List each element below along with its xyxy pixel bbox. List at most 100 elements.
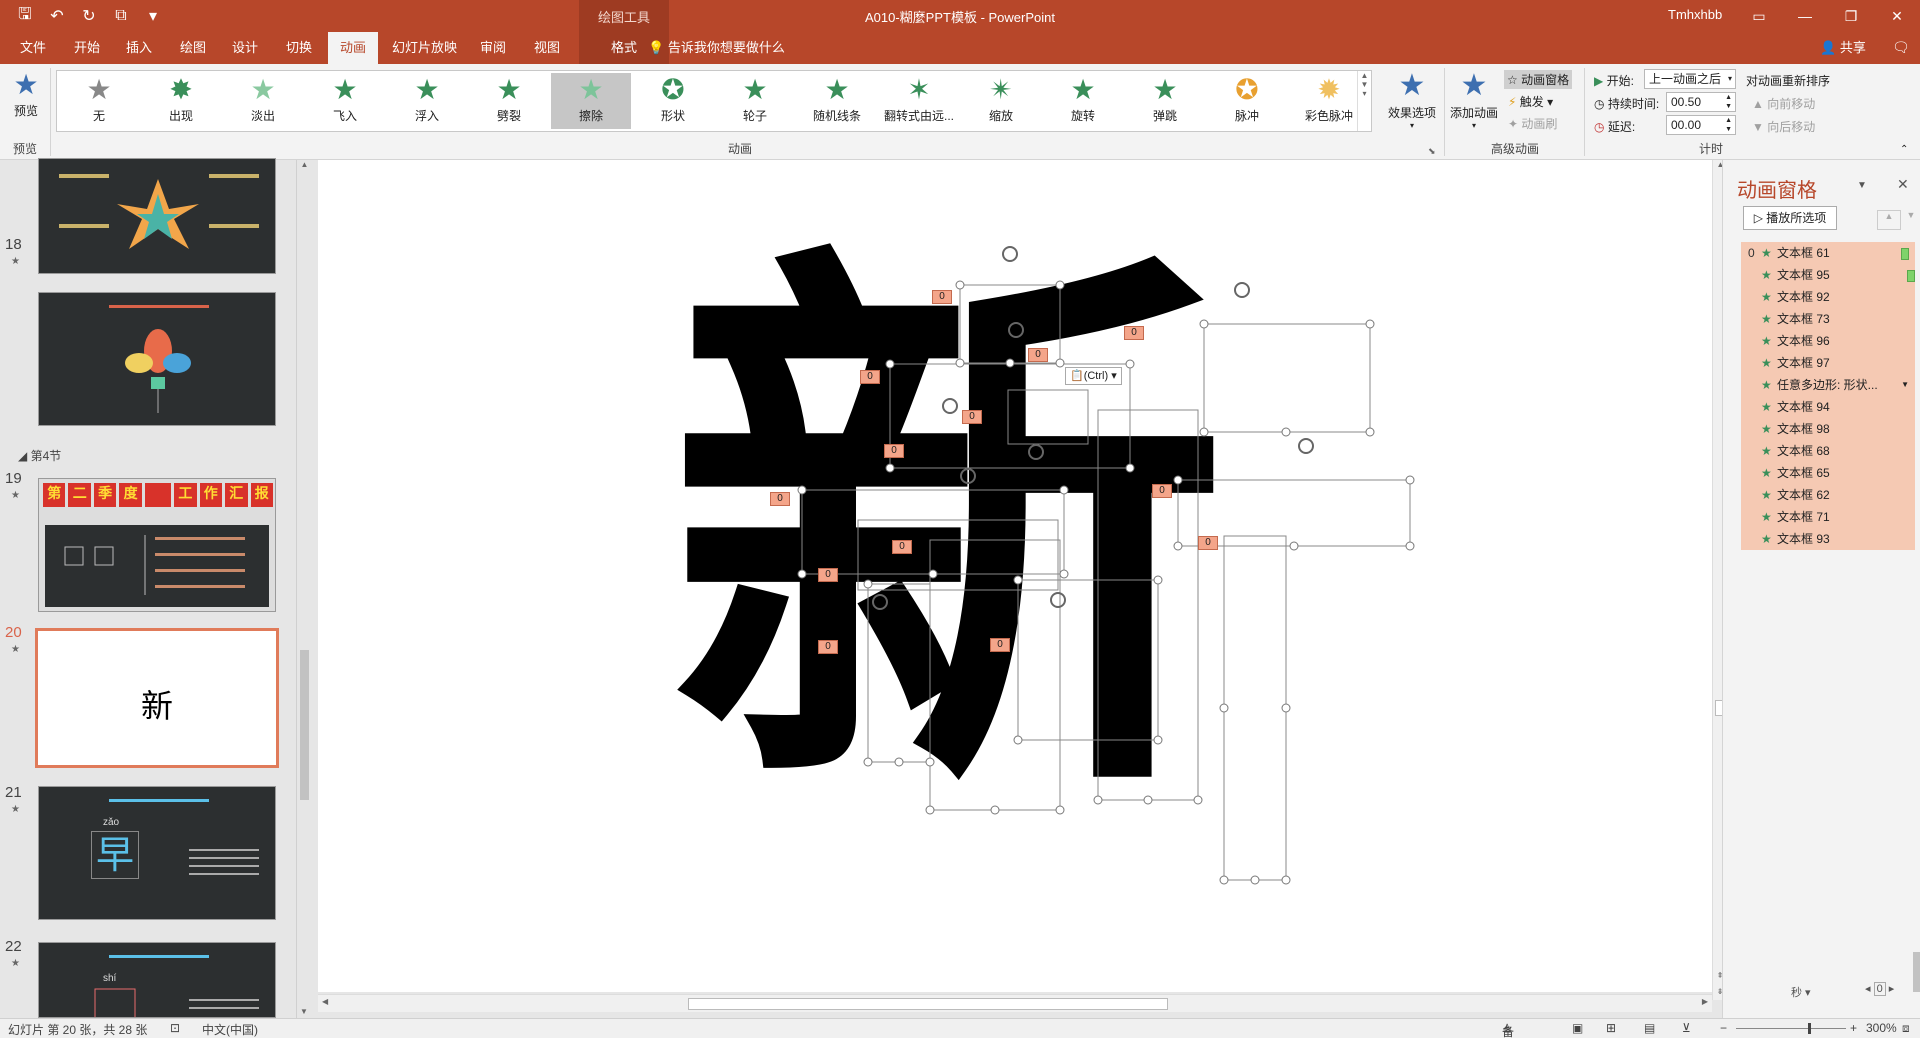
tab-transitions[interactable]: 切换 (278, 32, 320, 64)
comments-icon[interactable]: 🗨 (1892, 39, 1910, 56)
animation-item[interactable]: ★ 文本框 68 (1741, 440, 1915, 462)
effect-bounce[interactable]: ★ 弹跳 (1125, 73, 1205, 129)
zoom-slider-thumb[interactable] (1808, 1023, 1811, 1034)
effect-appear[interactable]: ✸ 出现 (141, 73, 221, 129)
redo-icon[interactable]: ↻ (78, 6, 100, 26)
animation-tag[interactable]: 0 (860, 368, 880, 384)
restore-icon[interactable]: ❐ (1828, 0, 1874, 32)
animation-tag[interactable]: 0 (818, 566, 838, 582)
slide-thumbnail-21[interactable]: zǎo 早 (38, 786, 276, 920)
gallery-more-icon[interactable]: ▾ (1358, 89, 1371, 98)
animation-item[interactable]: ★ 文本框 95 (1741, 264, 1915, 286)
effect-fade[interactable]: ★ 淡出 (223, 73, 303, 129)
spellcheck-icon[interactable]: ⊡ (170, 1021, 180, 1035)
ribbon-display-icon[interactable]: ▭ (1736, 0, 1782, 32)
section-label[interactable]: ◢ 第4节 (18, 447, 61, 464)
move-later-button[interactable]: ▼ 向后移动 (1752, 118, 1815, 135)
scroll-thumb[interactable] (688, 998, 1168, 1010)
animation-item[interactable]: ★ 文本框 93 (1741, 528, 1915, 550)
tab-home[interactable]: 开始 (66, 32, 108, 64)
effect-pulse[interactable]: ✪ 脉冲 (1207, 73, 1287, 129)
preview-button[interactable]: ★ 预览 (6, 68, 46, 119)
tell-me-box[interactable]: 💡 告诉我你想要做什么 (648, 32, 785, 64)
minimize-icon[interactable]: — (1782, 0, 1828, 32)
chevron-down-icon[interactable]: ▼ (1901, 374, 1909, 396)
customize-qat-icon[interactable]: ▾ (142, 6, 164, 26)
animation-item[interactable]: ★ 文本框 92 (1741, 286, 1915, 308)
effect-swivel[interactable]: ★ 旋转 (1043, 73, 1123, 129)
animation-item[interactable]: ★ 文本框 96 (1741, 330, 1915, 352)
zoom-out-icon[interactable]: − (1720, 1021, 1727, 1035)
effect-shape[interactable]: ✪ 形状 (633, 73, 713, 129)
tab-slideshow[interactable]: 幻灯片放映 (384, 32, 465, 64)
pane-options-icon[interactable]: ▼ (1857, 180, 1867, 191)
animation-tag[interactable]: 0 (1028, 346, 1048, 362)
effect-split[interactable]: ★ 劈裂 (469, 73, 549, 129)
tab-insert[interactable]: 插入 (118, 32, 160, 64)
spinner-icon[interactable]: ▲ ▼ (1725, 116, 1732, 134)
fit-to-window-icon[interactable]: ⧈ (1902, 1021, 1910, 1036)
animation-tag[interactable]: 0 (818, 638, 838, 654)
scroll-down-icon[interactable]: ▼ (297, 1007, 311, 1016)
undo-icon[interactable]: ↶ (46, 6, 68, 26)
animation-item[interactable]: ★ 文本框 65 (1741, 462, 1915, 484)
move-down-icon[interactable]: ▼ (1903, 210, 1919, 230)
zoom-slider-track[interactable] (1736, 1028, 1846, 1029)
timing-bar[interactable] (1901, 248, 1909, 260)
collapse-ribbon-icon[interactable]: ⌃ (1900, 144, 1908, 155)
animation-item[interactable]: ★ 文本框 62 (1741, 484, 1915, 506)
play-selected-button[interactable]: ▷ 播放所选项 (1743, 206, 1837, 230)
scroll-left-icon[interactable]: ◀ (322, 997, 328, 1006)
slide-thumbnail-18[interactable] (38, 292, 276, 426)
timing-bar[interactable] (1907, 270, 1915, 282)
tab-design[interactable]: 设计 (224, 32, 266, 64)
tab-review[interactable]: 审阅 (472, 32, 514, 64)
move-earlier-button[interactable]: ▲ 向前移动 (1752, 95, 1815, 112)
dialog-launcher-icon[interactable]: ⬊ (1428, 146, 1436, 157)
slideshow-view-icon[interactable]: ⊻ (1682, 1021, 1691, 1035)
effect-float-in[interactable]: ★ 浮入 (387, 73, 467, 129)
zoom-right-icon[interactable]: ▸ (1886, 983, 1895, 995)
timeline-zoom[interactable]: ◂ 0 ▸ (1865, 982, 1895, 996)
animation-item[interactable]: ★ 文本框 71 (1741, 506, 1915, 528)
zoom-in-icon[interactable]: + (1850, 1021, 1857, 1035)
zoom-left-icon[interactable]: ◂ (1865, 983, 1874, 995)
slide-thumbnail-22[interactable]: shí (38, 942, 276, 1018)
slide-sorter-icon[interactable]: ⊞ (1606, 1021, 1616, 1035)
effect-fly-in[interactable]: ★ 飞入 (305, 73, 385, 129)
animation-tag[interactable]: 0 (770, 490, 790, 506)
animation-item[interactable]: 0 ★ 文本框 61 (1741, 242, 1915, 264)
tab-animations[interactable]: 动画 (328, 32, 379, 64)
slides-pane-scrollbar[interactable]: ▲ ▼ (296, 160, 312, 1018)
animation-tag[interactable]: 0 (990, 636, 1010, 652)
effect-options-button[interactable]: ★ 效果选项 ▾ (1384, 68, 1440, 130)
chevron-down-icon[interactable]: ▼ (1358, 80, 1371, 89)
animation-tag[interactable]: 0 (1198, 534, 1218, 550)
animation-tag[interactable]: 0 (892, 538, 912, 554)
save-icon[interactable]: 🖫 (14, 6, 36, 26)
slide-thumbnail-19[interactable]: 第 二 季 度 工 作 汇 报 (38, 478, 276, 612)
animation-tag[interactable]: 0 (1124, 324, 1144, 340)
delay-input[interactable]: 00.00 ▲ ▼ (1666, 115, 1736, 135)
spinner-icon[interactable]: ▲ ▼ (1725, 93, 1732, 111)
slide-horizontal-scrollbar[interactable]: ◀ ▶ (318, 994, 1712, 1012)
animation-item[interactable]: ★ 文本框 94 (1741, 396, 1915, 418)
tab-file[interactable]: 文件 (12, 32, 54, 64)
close-icon[interactable]: ✕ (1874, 0, 1920, 32)
slide-thumbnail-17[interactable] (38, 158, 276, 274)
normal-view-icon[interactable]: ▣ (1572, 1021, 1583, 1035)
animation-item[interactable]: ★ 任意多边形: 形状... ▼ (1741, 374, 1915, 396)
slide-thumbnail-20[interactable]: 新 (35, 628, 279, 768)
slide-counter[interactable]: 幻灯片 第 20 张，共 28 张 (8, 1021, 147, 1038)
trigger-button[interactable]: ⚡ 触发 ▾ (1508, 93, 1553, 110)
duration-input[interactable]: 00.50 ▲ ▼ (1666, 92, 1736, 112)
effect-none[interactable]: ★ 无 (59, 73, 139, 129)
effect-zoom[interactable]: ✴ 缩放 (961, 73, 1041, 129)
animation-item[interactable]: ★ 文本框 97 (1741, 352, 1915, 374)
animation-tag[interactable]: 0 (962, 408, 982, 424)
gallery-scroll[interactable]: ▲ ▼ ▾ (1357, 71, 1371, 131)
collapse-section-icon[interactable]: ◢ (18, 449, 31, 463)
pane-scrollbar[interactable] (1913, 952, 1920, 992)
animation-item[interactable]: ★ 文本框 73 (1741, 308, 1915, 330)
effect-random-bars[interactable]: ★ 随机线条 (797, 73, 877, 129)
